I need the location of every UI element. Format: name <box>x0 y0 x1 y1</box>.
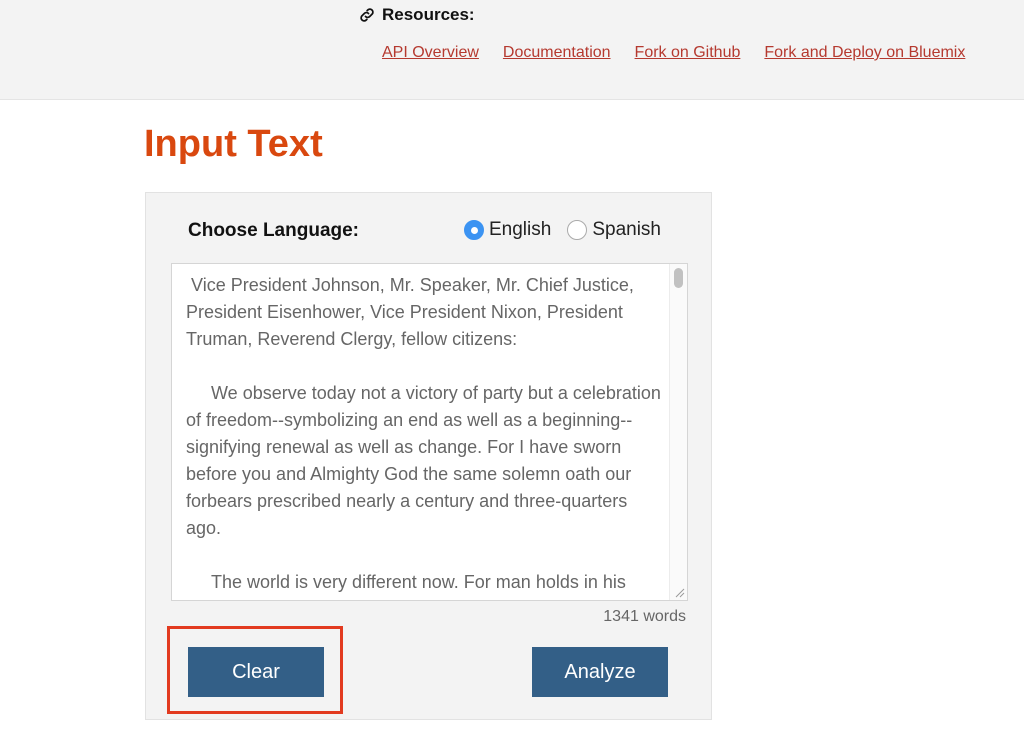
input-textarea-content[interactable]: Vice President Johnson, Mr. Speaker, Mr.… <box>186 272 666 600</box>
link-documentation[interactable]: Documentation <box>503 44 611 62</box>
word-count: 1341 words <box>603 608 686 625</box>
link-fork-deploy-bluemix[interactable]: Fork and Deploy on Bluemix <box>764 44 965 62</box>
textarea-scrollbar[interactable] <box>669 264 687 600</box>
analyze-button[interactable]: Analyze <box>532 647 668 697</box>
highlight-annotation <box>167 626 343 714</box>
radio-spanish[interactable]: Spanish <box>567 219 661 241</box>
radio-spanish-label: Spanish <box>592 219 661 240</box>
resources-label: Resources: <box>382 5 475 24</box>
language-label: Choose Language: <box>188 220 360 241</box>
resize-grip-icon[interactable] <box>673 586 685 598</box>
radio-english-indicator[interactable] <box>464 220 484 240</box>
top-bar: Resources: API Overview Documentation Fo… <box>0 0 1024 100</box>
language-radio-group: English Spanish <box>464 219 661 241</box>
radio-english-label: English <box>489 219 552 240</box>
page-title: Input Text <box>144 123 323 165</box>
input-textarea[interactable]: Vice President Johnson, Mr. Speaker, Mr.… <box>171 263 688 601</box>
link-api-overview[interactable]: API Overview <box>382 44 479 62</box>
link-fork-github[interactable]: Fork on Github <box>635 44 741 62</box>
scroll-thumb[interactable] <box>674 268 683 288</box>
radio-spanish-indicator[interactable] <box>567 220 588 240</box>
resource-links: API Overview Documentation Fork on Githu… <box>382 44 965 62</box>
resources-heading: Resources: <box>358 5 475 25</box>
link-icon <box>360 8 374 22</box>
radio-english[interactable]: English <box>464 219 551 241</box>
